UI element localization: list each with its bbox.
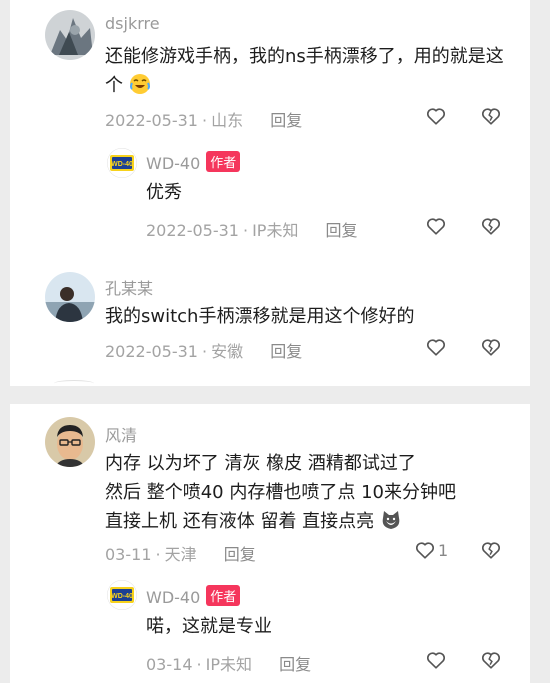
comment-date: 2022-05-31 xyxy=(105,111,198,130)
broken-heart-icon[interactable] xyxy=(480,215,502,237)
comment-text: 还能修游戏手柄，我的ns手柄漂移了，用的就是这个 xyxy=(105,42,515,100)
username[interactable]: 风清 xyxy=(105,422,137,446)
avatar[interactable] xyxy=(45,10,95,60)
broken-heart-icon[interactable] xyxy=(480,336,502,358)
reply-button[interactable]: 回复 xyxy=(326,221,358,240)
comment-location: 山东 xyxy=(211,111,244,130)
separator: · xyxy=(201,111,208,130)
comment-location: 天津 xyxy=(164,545,197,564)
author-username: WD-40 作者 xyxy=(146,151,241,173)
comment-text: 内存 以为坏了 清灰 橡皮 酒精都试过了 然后 整个喷40 内存槽也喷了点 10… xyxy=(105,449,520,536)
heart-outline-icon[interactable] xyxy=(414,539,436,561)
heart-outline-icon[interactable] xyxy=(425,336,447,358)
reply-location: IP未知 xyxy=(252,221,299,240)
cat-emoji xyxy=(382,511,400,529)
heart-outline-icon[interactable] xyxy=(425,105,447,127)
author-name[interactable]: WD-40 xyxy=(146,588,200,607)
username[interactable]: dsjkrre xyxy=(105,14,160,33)
reply-button[interactable]: 回复 xyxy=(224,545,256,564)
crying-laughing-emoji xyxy=(129,74,150,94)
broken-heart-icon[interactable] xyxy=(480,105,502,127)
reply-text: 优秀 xyxy=(146,182,182,203)
reply-meta: 03-14 · IP未知 回复 xyxy=(146,651,311,675)
reply-location: IP未知 xyxy=(205,655,252,674)
avatar[interactable] xyxy=(45,417,95,467)
avatar-cutoff xyxy=(54,380,94,386)
separator: · xyxy=(242,221,249,240)
like-count: 1 xyxy=(438,541,449,560)
reply-button[interactable]: 回复 xyxy=(279,655,311,674)
author-avatar[interactable]: WD-40 xyxy=(107,148,137,178)
comment-text-line: 直接上机 还有液体 留着 直接点亮 xyxy=(105,507,520,536)
reply-meta: 2022-05-31 · IP未知 回复 xyxy=(146,217,358,241)
comment-meta: 2022-05-31 · 安徽 回复 xyxy=(105,338,302,362)
comment-date: 03-11 xyxy=(105,545,152,564)
comments-card-top: dsjkrre 还能修游戏手柄，我的ns手柄漂移了，用的就是这个 2022-05… xyxy=(10,0,530,386)
avatar[interactable] xyxy=(45,272,95,322)
author-name[interactable]: WD-40 xyxy=(146,154,200,173)
svg-text:WD-40: WD-40 xyxy=(111,593,133,600)
username[interactable]: 孔某某 xyxy=(105,275,153,299)
reply-button[interactable]: 回复 xyxy=(270,111,302,130)
comment-location: 安徽 xyxy=(211,342,244,361)
broken-heart-icon[interactable] xyxy=(480,649,502,671)
separator: · xyxy=(196,655,202,674)
reply-button[interactable]: 回复 xyxy=(270,342,302,361)
reply-date: 2022-05-31 xyxy=(146,221,239,240)
author-username: WD-40 作者 xyxy=(146,585,241,607)
comment-text: 我的switch手柄漂移就是用这个修好的 xyxy=(105,306,415,327)
heart-outline-icon[interactable] xyxy=(425,215,447,237)
separator: · xyxy=(155,545,161,564)
separator: · xyxy=(201,342,208,361)
reply-text: 喏，这就是专业 xyxy=(146,616,272,637)
comment-text-body: 还能修游戏手柄，我的ns手柄漂移了，用的就是这个 xyxy=(105,46,504,96)
comment-text-line: 然后 整个喷40 内存槽也喷了点 10来分钟吧 xyxy=(105,482,456,503)
comment-meta: 03-11 · 天津 回复 xyxy=(105,541,256,565)
comment-text-line: 内存 以为坏了 清灰 橡皮 酒精都试过了 xyxy=(105,453,416,474)
heart-outline-icon[interactable] xyxy=(425,649,447,671)
comment-text-line-body: 直接上机 还有液体 留着 直接点亮 xyxy=(105,511,375,532)
comment-meta: 2022-05-31 · 山东 回复 xyxy=(105,107,302,131)
reply-date: 03-14 xyxy=(146,655,193,674)
author-badge: 作者 xyxy=(206,585,241,606)
author-avatar[interactable]: WD-40 xyxy=(107,580,137,610)
comment-date: 2022-05-31 xyxy=(105,342,198,361)
broken-heart-icon[interactable] xyxy=(480,539,502,561)
comments-card-bottom: 风清 内存 以为坏了 清灰 橡皮 酒精都试过了 然后 整个喷40 内存槽也喷了点… xyxy=(10,404,530,683)
svg-text:WD-40: WD-40 xyxy=(111,161,133,168)
author-badge: 作者 xyxy=(206,151,241,172)
